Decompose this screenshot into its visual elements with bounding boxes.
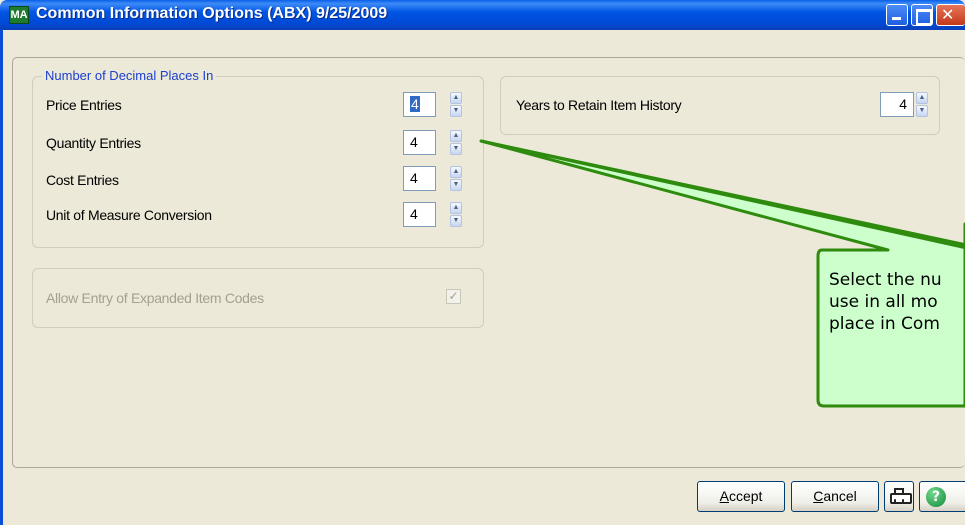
callout-line: Select the nu: [829, 270, 942, 290]
cost-entries-input[interactable]: 4: [403, 166, 436, 191]
years-history-spinner[interactable]: ▲ ▼: [916, 92, 928, 117]
spin-down-icon[interactable]: ▼: [916, 105, 928, 117]
cost-entries-label: Cost Entries: [46, 172, 119, 188]
spin-down-icon[interactable]: ▼: [450, 179, 462, 191]
spin-up-icon[interactable]: ▲: [450, 166, 462, 178]
uom-conversion-spinner[interactable]: ▲ ▼: [450, 202, 462, 227]
help-button[interactable]: ?: [919, 481, 965, 512]
window-title: Common Information Options (ABX) 9/25/20…: [36, 5, 388, 22]
callout-text: Select the nu use in all mo place in Com: [829, 269, 965, 335]
quantity-entries-spinner[interactable]: ▲ ▼: [450, 130, 462, 155]
maximize-button[interactable]: [911, 4, 933, 26]
spin-up-icon[interactable]: ▲: [450, 130, 462, 142]
callout-line: place in Com: [829, 314, 940, 334]
decimal-places-legend: Number of Decimal Places In: [42, 68, 217, 83]
accept-accelerator: A: [719, 488, 729, 504]
printer-icon: [890, 488, 912, 504]
close-button[interactable]: [936, 4, 965, 26]
help-icon: ?: [926, 487, 946, 507]
spin-up-icon[interactable]: ▲: [450, 92, 462, 104]
accept-button[interactable]: Accept: [697, 481, 785, 512]
app-icon: MA: [9, 6, 29, 24]
expanded-codes-label: Allow Entry of Expanded Item Codes: [46, 290, 264, 306]
minimize-button[interactable]: [886, 4, 908, 26]
price-entries-input[interactable]: 4: [403, 92, 436, 117]
spin-down-icon[interactable]: ▼: [450, 215, 462, 227]
spin-up-icon[interactable]: ▲: [916, 92, 928, 104]
cost-entries-spinner[interactable]: ▲ ▼: [450, 166, 462, 191]
uom-conversion-input[interactable]: 4: [403, 202, 436, 227]
spin-up-icon[interactable]: ▲: [450, 202, 462, 214]
spin-down-icon[interactable]: ▼: [450, 105, 462, 117]
price-entries-label: Price Entries: [46, 97, 122, 113]
callout-line: use in all mo: [829, 292, 938, 312]
cancel-button[interactable]: Cancel: [791, 481, 879, 512]
print-button[interactable]: [884, 481, 914, 512]
years-history-input[interactable]: 4: [880, 92, 914, 117]
title-bar[interactable]: MA Common Information Options (ABX) 9/25…: [0, 0, 965, 30]
spin-down-icon[interactable]: ▼: [450, 143, 462, 155]
cancel-accelerator: C: [813, 488, 824, 504]
years-history-label: Years to Retain Item History: [516, 97, 682, 113]
expanded-codes-checkbox[interactable]: ✓: [446, 289, 461, 304]
uom-conversion-label: Unit of Measure Conversion: [46, 207, 212, 223]
quantity-entries-input[interactable]: 4: [403, 130, 436, 155]
price-entries-spinner[interactable]: ▲ ▼: [450, 92, 462, 117]
quantity-entries-label: Quantity Entries: [46, 135, 141, 151]
